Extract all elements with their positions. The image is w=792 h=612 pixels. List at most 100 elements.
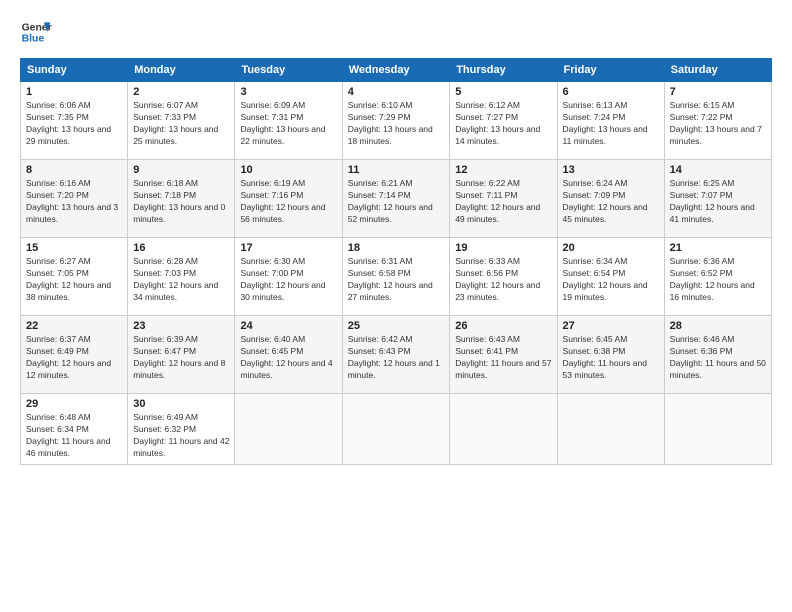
- day-number: 17: [240, 242, 336, 254]
- day-detail: Sunrise: 6:09 AMSunset: 7:31 PMDaylight:…: [240, 100, 336, 148]
- day-detail: Sunrise: 6:28 AMSunset: 7:03 PMDaylight:…: [133, 256, 229, 304]
- day-cell: 3 Sunrise: 6:09 AMSunset: 7:31 PMDaylight…: [235, 82, 342, 160]
- day-cell: 20 Sunrise: 6:34 AMSunset: 6:54 PMDayligh…: [557, 238, 664, 316]
- day-number: 8: [26, 164, 122, 176]
- week-row-3: 15 Sunrise: 6:27 AMSunset: 7:05 PMDayligh…: [21, 238, 772, 316]
- day-number: 22: [26, 320, 122, 332]
- day-number: 21: [670, 242, 766, 254]
- day-number: 26: [455, 320, 551, 332]
- day-detail: Sunrise: 6:33 AMSunset: 6:56 PMDaylight:…: [455, 256, 551, 304]
- day-detail: Sunrise: 6:21 AMSunset: 7:14 PMDaylight:…: [348, 178, 445, 226]
- day-number: 27: [563, 320, 659, 332]
- day-detail: Sunrise: 6:31 AMSunset: 6:58 PMDaylight:…: [348, 256, 445, 304]
- day-cell: 9 Sunrise: 6:18 AMSunset: 7:18 PMDaylight…: [128, 160, 235, 238]
- col-header-saturday: Saturday: [664, 59, 771, 82]
- week-row-2: 8 Sunrise: 6:16 AMSunset: 7:20 PMDaylight…: [21, 160, 772, 238]
- day-cell: 16 Sunrise: 6:28 AMSunset: 7:03 PMDayligh…: [128, 238, 235, 316]
- col-header-thursday: Thursday: [450, 59, 557, 82]
- col-header-wednesday: Wednesday: [342, 59, 450, 82]
- day-cell: 5 Sunrise: 6:12 AMSunset: 7:27 PMDaylight…: [450, 82, 557, 160]
- day-number: 24: [240, 320, 336, 332]
- logo-icon: General Blue: [20, 16, 52, 48]
- day-cell: 26 Sunrise: 6:43 AMSunset: 6:41 PMDayligh…: [450, 316, 557, 394]
- col-header-friday: Friday: [557, 59, 664, 82]
- day-number: 11: [348, 164, 445, 176]
- day-number: 9: [133, 164, 229, 176]
- day-number: 7: [670, 86, 766, 98]
- day-detail: Sunrise: 6:10 AMSunset: 7:29 PMDaylight:…: [348, 100, 445, 148]
- header: General Blue: [20, 16, 772, 48]
- day-cell: [664, 394, 771, 465]
- day-cell: 4 Sunrise: 6:10 AMSunset: 7:29 PMDaylight…: [342, 82, 450, 160]
- week-row-1: 1 Sunrise: 6:06 AMSunset: 7:35 PMDaylight…: [21, 82, 772, 160]
- day-detail: Sunrise: 6:18 AMSunset: 7:18 PMDaylight:…: [133, 178, 229, 226]
- day-cell: 22Sunrise: 6:37 AMSunset: 6:49 PMDayligh…: [21, 316, 128, 394]
- day-number: 15: [26, 242, 122, 254]
- day-cell: 25Sunrise: 6:42 AMSunset: 6:43 PMDayligh…: [342, 316, 450, 394]
- day-number: 30: [133, 398, 229, 410]
- day-cell: 23 Sunrise: 6:39 AMSunset: 6:47 PMDayligh…: [128, 316, 235, 394]
- day-detail: Sunrise: 6:48 AMSunset: 6:34 PMDaylight:…: [26, 412, 122, 460]
- col-header-sunday: Sunday: [21, 59, 128, 82]
- day-cell: 2 Sunrise: 6:07 AMSunset: 7:33 PMDaylight…: [128, 82, 235, 160]
- day-detail: Sunrise: 6:39 AMSunset: 6:47 PMDaylight:…: [133, 334, 229, 382]
- day-cell: 13Sunrise: 6:24 AMSunset: 7:09 PMDayligh…: [557, 160, 664, 238]
- day-detail: Sunrise: 6:43 AMSunset: 6:41 PMDaylight:…: [455, 334, 551, 382]
- day-detail: Sunrise: 6:16 AMSunset: 7:20 PMDaylight:…: [26, 178, 122, 226]
- day-detail: Sunrise: 6:27 AMSunset: 7:05 PMDaylight:…: [26, 256, 122, 304]
- day-detail: Sunrise: 6:36 AMSunset: 6:52 PMDaylight:…: [670, 256, 766, 304]
- day-number: 19: [455, 242, 551, 254]
- day-number: 1: [26, 86, 122, 98]
- day-number: 29: [26, 398, 122, 410]
- day-number: 20: [563, 242, 659, 254]
- header-row: SundayMondayTuesdayWednesdayThursdayFrid…: [21, 59, 772, 82]
- day-cell: 12Sunrise: 6:22 AMSunset: 7:11 PMDayligh…: [450, 160, 557, 238]
- calendar-body: 1 Sunrise: 6:06 AMSunset: 7:35 PMDaylight…: [21, 82, 772, 465]
- day-cell: 28 Sunrise: 6:46 AMSunset: 6:36 PMDayligh…: [664, 316, 771, 394]
- page-container: General Blue SundayMondayTuesdayWednesda…: [0, 0, 792, 475]
- day-number: 4: [348, 86, 445, 98]
- col-header-tuesday: Tuesday: [235, 59, 342, 82]
- day-cell: [557, 394, 664, 465]
- day-detail: Sunrise: 6:24 AMSunset: 7:09 PMDaylight:…: [563, 178, 659, 226]
- day-detail: Sunrise: 6:49 AMSunset: 6:32 PMDaylight:…: [133, 412, 229, 460]
- day-number: 28: [670, 320, 766, 332]
- day-detail: Sunrise: 6:45 AMSunset: 6:38 PMDaylight:…: [563, 334, 659, 382]
- day-detail: Sunrise: 6:12 AMSunset: 7:27 PMDaylight:…: [455, 100, 551, 148]
- day-number: 25: [348, 320, 445, 332]
- day-cell: 30 Sunrise: 6:49 AMSunset: 6:32 PMDayligh…: [128, 394, 235, 465]
- week-row-4: 22Sunrise: 6:37 AMSunset: 6:49 PMDayligh…: [21, 316, 772, 394]
- day-cell: 6Sunrise: 6:13 AMSunset: 7:24 PMDaylight…: [557, 82, 664, 160]
- day-number: 16: [133, 242, 229, 254]
- calendar-table: SundayMondayTuesdayWednesdayThursdayFrid…: [20, 58, 772, 465]
- day-number: 23: [133, 320, 229, 332]
- day-detail: Sunrise: 6:34 AMSunset: 6:54 PMDaylight:…: [563, 256, 659, 304]
- day-cell: 8 Sunrise: 6:16 AMSunset: 7:20 PMDaylight…: [21, 160, 128, 238]
- day-detail: Sunrise: 6:15 AMSunset: 7:22 PMDaylight:…: [670, 100, 766, 148]
- day-cell: 19 Sunrise: 6:33 AMSunset: 6:56 PMDayligh…: [450, 238, 557, 316]
- day-detail: Sunrise: 6:07 AMSunset: 7:33 PMDaylight:…: [133, 100, 229, 148]
- day-number: 3: [240, 86, 336, 98]
- day-cell: 27 Sunrise: 6:45 AMSunset: 6:38 PMDayligh…: [557, 316, 664, 394]
- day-cell: 15 Sunrise: 6:27 AMSunset: 7:05 PMDayligh…: [21, 238, 128, 316]
- day-detail: Sunrise: 6:06 AMSunset: 7:35 PMDaylight:…: [26, 100, 122, 148]
- day-cell: 29 Sunrise: 6:48 AMSunset: 6:34 PMDayligh…: [21, 394, 128, 465]
- day-number: 2: [133, 86, 229, 98]
- day-cell: 21 Sunrise: 6:36 AMSunset: 6:52 PMDayligh…: [664, 238, 771, 316]
- day-cell: [342, 394, 450, 465]
- day-detail: Sunrise: 6:46 AMSunset: 6:36 PMDaylight:…: [670, 334, 766, 382]
- logo: General Blue: [20, 16, 52, 48]
- day-cell: 14Sunrise: 6:25 AMSunset: 7:07 PMDayligh…: [664, 160, 771, 238]
- day-detail: Sunrise: 6:13 AMSunset: 7:24 PMDaylight:…: [563, 100, 659, 148]
- day-number: 12: [455, 164, 551, 176]
- day-detail: Sunrise: 6:25 AMSunset: 7:07 PMDaylight:…: [670, 178, 766, 226]
- day-cell: 10Sunrise: 6:19 AMSunset: 7:16 PMDayligh…: [235, 160, 342, 238]
- day-number: 10: [240, 164, 336, 176]
- day-cell: 7 Sunrise: 6:15 AMSunset: 7:22 PMDaylight…: [664, 82, 771, 160]
- calendar-header: SundayMondayTuesdayWednesdayThursdayFrid…: [21, 59, 772, 82]
- day-number: 18: [348, 242, 445, 254]
- day-number: 5: [455, 86, 551, 98]
- col-header-monday: Monday: [128, 59, 235, 82]
- day-cell: 11 Sunrise: 6:21 AMSunset: 7:14 PMDayligh…: [342, 160, 450, 238]
- day-detail: Sunrise: 6:40 AMSunset: 6:45 PMDaylight:…: [240, 334, 336, 382]
